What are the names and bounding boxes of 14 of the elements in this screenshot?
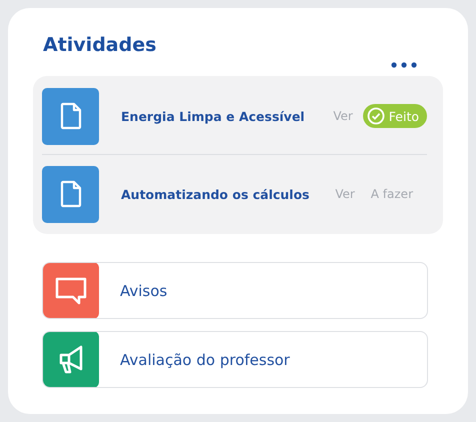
status-text: Feito: [388, 108, 419, 124]
status-text: A fazer: [370, 187, 413, 201]
link-label: Avaliação do professor: [120, 350, 290, 368]
link-card[interactable]: Avisos: [42, 262, 428, 319]
link-label: Avisos: [120, 282, 168, 300]
document-icon: [60, 102, 82, 130]
link-card[interactable]: Avaliação do professor: [42, 331, 428, 388]
section-title: Atividades: [43, 34, 158, 56]
check-circle-icon: [366, 107, 385, 125]
speech-bubble-icon: [54, 276, 86, 304]
activity-title: Energia Limpa e Acessível: [121, 108, 306, 124]
more-icon[interactable]: [391, 62, 417, 68]
document-icon: [60, 180, 82, 208]
activity-title: Automatizando os cálculos: [121, 186, 310, 202]
